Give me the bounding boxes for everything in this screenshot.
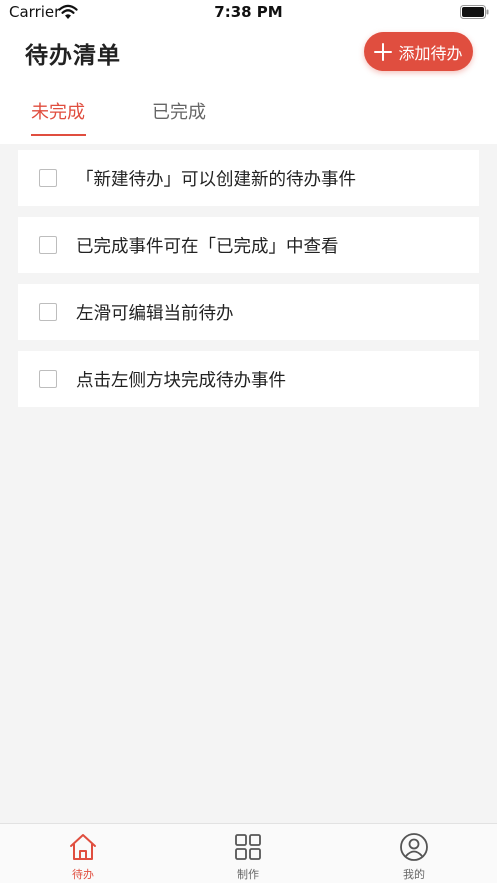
nav-mine[interactable]: 我的 <box>364 824 464 883</box>
nav-make-label: 制作 <box>237 868 259 881</box>
header: 待办清单 添加待办 未完成 已完成 <box>0 26 497 144</box>
user-icon <box>400 833 428 861</box>
active-tab-indicator <box>31 134 86 136</box>
page-title: 待办清单 <box>25 43 121 69</box>
todo-text: 左滑可编辑当前待办 <box>76 304 234 324</box>
home-icon <box>70 834 96 860</box>
tab-incomplete[interactable]: 未完成 <box>31 98 85 124</box>
todo-item[interactable]: 「新建待办」可以创建新的待办事件 <box>18 150 479 206</box>
nav-todo-label: 待办 <box>72 868 94 881</box>
todo-item[interactable]: 点击左侧方块完成待办事件 <box>18 351 479 407</box>
grid-icon <box>235 834 261 860</box>
battery-icon <box>460 5 489 19</box>
nav-todo[interactable]: 待办 <box>33 824 133 883</box>
nav-mine-label: 我的 <box>403 868 425 881</box>
todo-text: 「新建待办」可以创建新的待办事件 <box>76 170 356 190</box>
todo-checkbox[interactable] <box>39 370 57 388</box>
todo-text: 已完成事件可在「已完成」中查看 <box>76 237 339 257</box>
tab-bar: 未完成 已完成 <box>0 94 497 144</box>
bottom-tab-bar: 待办 制作 我的 <box>0 823 497 883</box>
todo-item[interactable]: 左滑可编辑当前待办 <box>18 284 479 340</box>
todo-checkbox[interactable] <box>39 303 57 321</box>
add-todo-label: 添加待办 <box>398 43 463 63</box>
nav-make[interactable]: 制作 <box>198 824 298 883</box>
status-bar: Carrier 7:38 PM <box>0 0 497 26</box>
add-todo-button[interactable]: 添加待办 <box>364 32 473 71</box>
plus-icon <box>374 42 393 61</box>
status-time: 7:38 PM <box>214 3 283 21</box>
todo-checkbox[interactable] <box>39 236 57 254</box>
todo-item[interactable]: 已完成事件可在「已完成」中查看 <box>18 217 479 273</box>
todo-list: 「新建待办」可以创建新的待办事件 已完成事件可在「已完成」中查看 左滑可编辑当前… <box>18 150 479 418</box>
todo-screen: Carrier 7:38 PM 待办清单 添加待办 未完成 已完成 「新建待办」… <box>0 0 497 883</box>
tab-completed[interactable]: 已完成 <box>152 98 206 124</box>
todo-text: 点击左侧方块完成待办事件 <box>76 371 286 391</box>
todo-checkbox[interactable] <box>39 169 57 187</box>
